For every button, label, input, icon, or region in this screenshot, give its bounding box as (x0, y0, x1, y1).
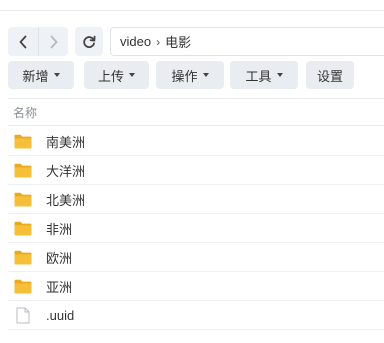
list-item-folder[interactable]: 南美洲 (8, 127, 384, 156)
list-item-file[interactable]: .uuid (8, 301, 384, 330)
list-item-folder[interactable]: 亚洲 (8, 272, 384, 301)
list-item-folder[interactable]: 北美洲 (8, 185, 384, 214)
path-breadcrumb[interactable]: video › 电影 (110, 27, 384, 56)
item-name: 亚洲 (46, 279, 73, 295)
breadcrumb-segment-current[interactable]: 电影 (165, 32, 191, 51)
caret-down-icon (202, 73, 209, 77)
caret-down-icon (129, 73, 135, 77)
column-header-label: 名称 (13, 105, 38, 120)
list-item-folder[interactable]: 欧洲 (8, 243, 384, 272)
list-item-folder[interactable]: 大洋洲 (8, 156, 384, 185)
upload-button[interactable]: 上传 (84, 61, 149, 89)
item-name: 大洋洲 (46, 163, 86, 179)
settings-button-label: 设置 (316, 68, 343, 84)
file-manager-window: video › 电影 新增 上传 操作 工具 设置 名称 南美洲 大洋洲 北美洲… (0, 0, 384, 343)
settings-button[interactable]: 设置 (306, 61, 354, 89)
new-button-label: 新增 (22, 68, 49, 84)
item-name: 北美洲 (46, 192, 86, 208)
file-icon (14, 307, 32, 323)
list-item-folder[interactable]: 非洲 (8, 214, 384, 243)
file-list: 南美洲 大洋洲 北美洲 非洲 欧洲 亚洲 .uuid (8, 127, 384, 330)
column-header-name[interactable]: 名称 (8, 98, 384, 126)
history-buttons (8, 27, 68, 56)
caret-down-icon (53, 73, 60, 77)
back-button[interactable] (8, 27, 38, 56)
refresh-icon (83, 35, 96, 48)
caret-down-icon (276, 73, 283, 77)
folder-icon (14, 220, 32, 236)
window-top-bar (0, 0, 384, 11)
tools-button[interactable]: 工具 (230, 61, 298, 89)
forward-button[interactable] (38, 27, 68, 56)
item-name: 南美洲 (46, 134, 86, 150)
navigation-bar (8, 27, 103, 56)
item-name: 非洲 (46, 221, 73, 237)
new-button[interactable]: 新增 (8, 61, 74, 89)
item-name: 欧洲 (46, 250, 73, 266)
action-button[interactable]: 操作 (156, 61, 224, 89)
upload-button-label: 上传 (97, 68, 124, 84)
tools-button-label: 工具 (245, 68, 272, 84)
refresh-button[interactable] (75, 27, 103, 56)
chevron-right-icon (50, 35, 57, 48)
item-name: .uuid (46, 307, 75, 323)
action-button-label: 操作 (171, 68, 198, 84)
folder-icon (14, 133, 32, 149)
folder-icon (14, 249, 32, 265)
folder-icon (14, 162, 32, 178)
folder-icon (14, 191, 32, 207)
folder-icon (14, 278, 32, 294)
breadcrumb-separator: › (156, 34, 161, 49)
chevron-left-icon (19, 35, 27, 48)
breadcrumb-segment-video[interactable]: video (120, 34, 151, 49)
